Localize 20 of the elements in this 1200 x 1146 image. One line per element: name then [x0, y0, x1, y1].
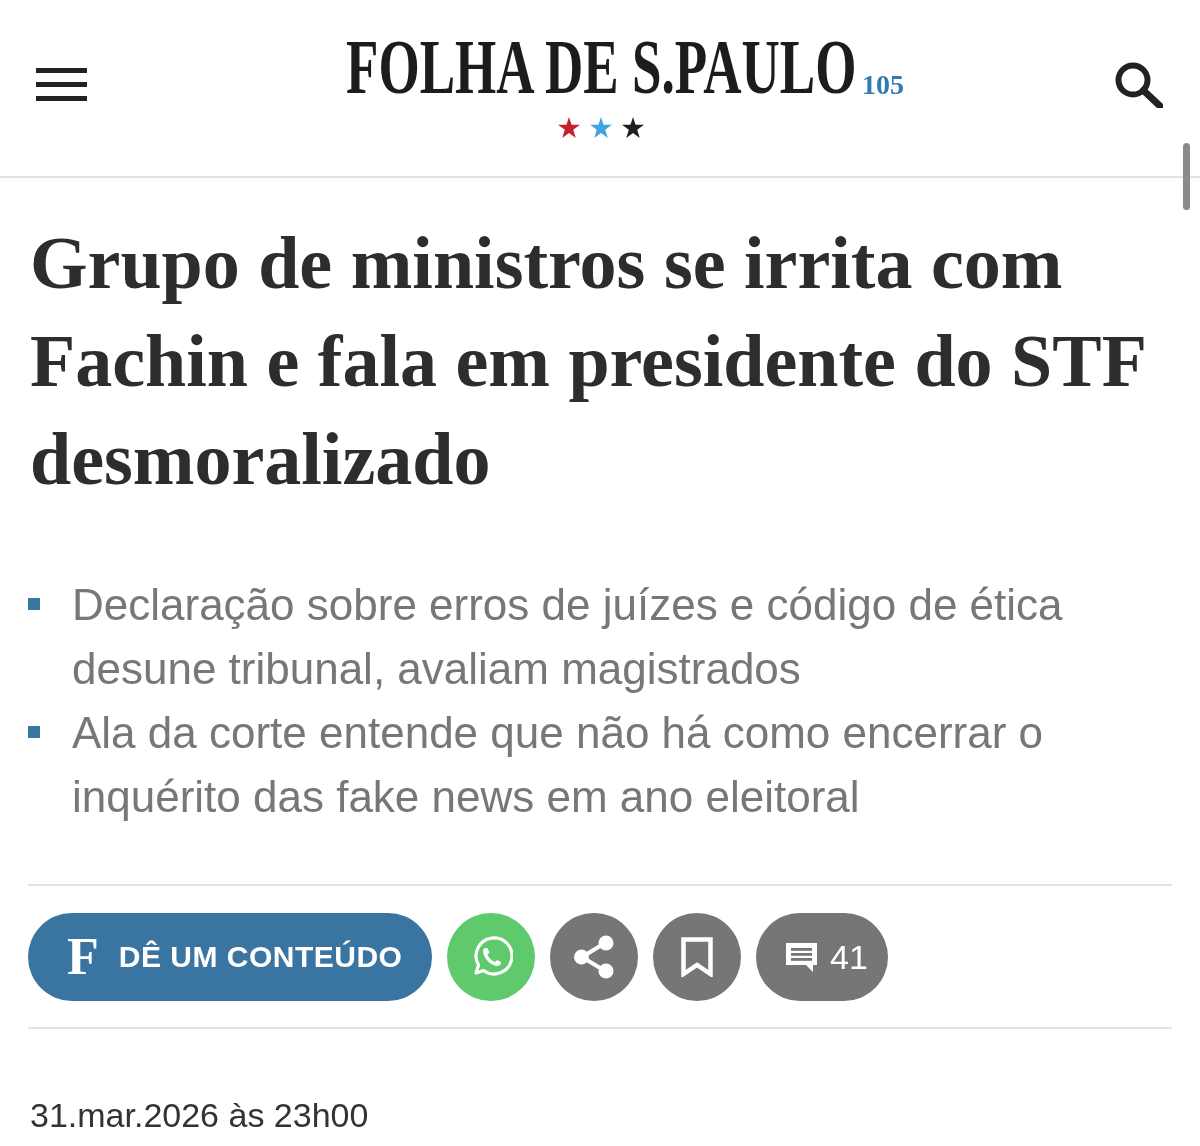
star-icon	[622, 117, 644, 138]
anniversary-number: 105	[862, 71, 904, 99]
article-headline: Grupo de ministros se irrita com Fachin e fala em presidente do STF desmoralizado	[30, 221, 1146, 502]
contribute-button[interactable]: F DÊ UM CONTEÚDO	[28, 913, 432, 1001]
menu-icon[interactable]	[36, 68, 87, 101]
bookmark-icon	[681, 937, 713, 977]
comments-button[interactable]: 41	[756, 913, 888, 1001]
square-bullet-icon	[28, 726, 40, 738]
scrollbar-thumb[interactable]	[1183, 143, 1190, 210]
comment-icon	[785, 941, 818, 973]
square-bullet-icon	[28, 598, 40, 610]
star-icon	[590, 117, 612, 138]
search-icon[interactable]	[1115, 62, 1163, 108]
share-icon	[573, 935, 615, 979]
site-logo[interactable]: FOLHA DE S.PAULO	[345, 28, 857, 106]
summary-text: Ala da corte entende que não há como encerrar o inquérito das fake news em ano eleitoral	[72, 707, 1045, 823]
letter-logo: F	[67, 931, 99, 983]
summary-text: Declaração sobre erros de juízes e código de ética desune tribunal, avaliam magistrados	[72, 579, 1064, 695]
publication-date: 31.mar.2026 às 23h00	[30, 1095, 370, 1135]
star-icon	[558, 117, 580, 138]
